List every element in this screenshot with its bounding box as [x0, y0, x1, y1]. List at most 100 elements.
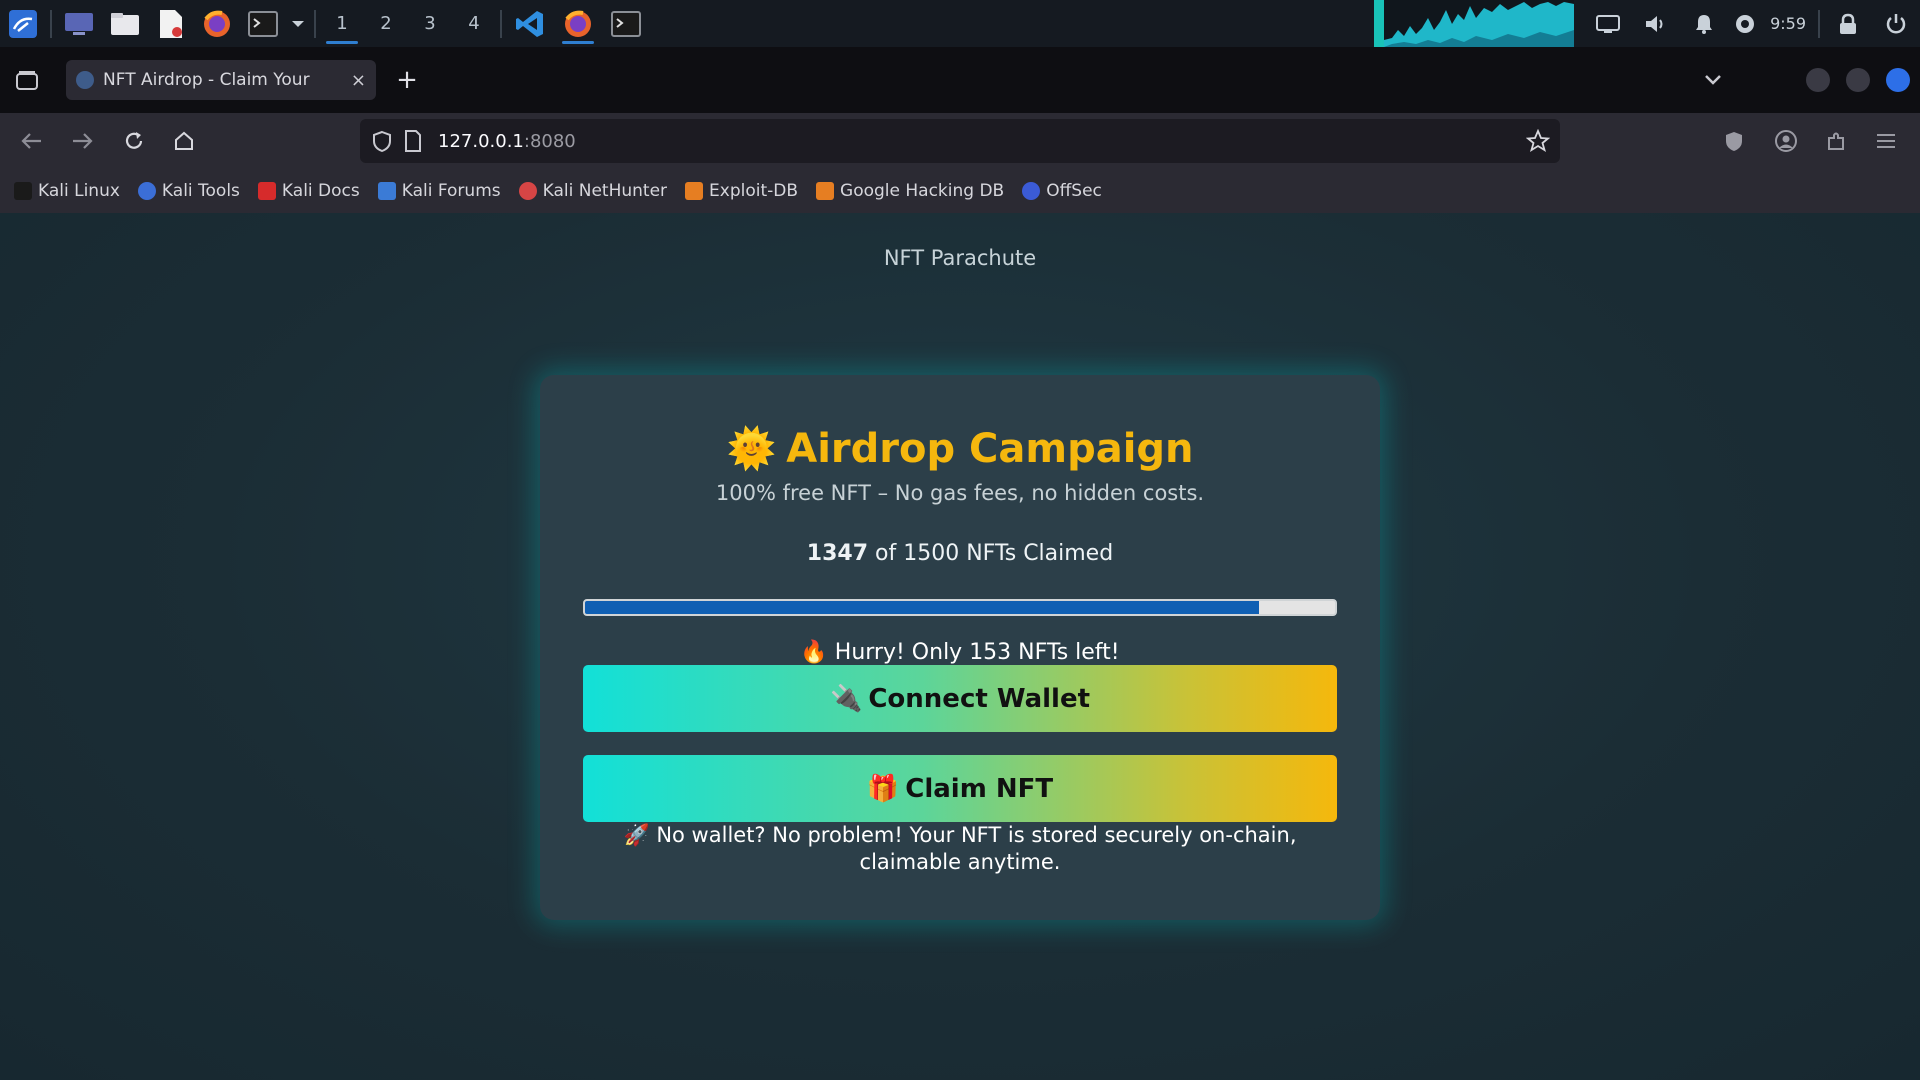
power-icon[interactable] — [1872, 0, 1920, 47]
bookmark-exploit-db[interactable]: Exploit-DB — [685, 181, 798, 201]
page-info-icon[interactable] — [404, 130, 422, 152]
site-name: NFT Parachute — [883, 246, 1037, 270]
bookmark-offsec[interactable]: OffSec — [1022, 181, 1102, 201]
claimed-counter: 1347 of 1500 NFTs Claimed — [540, 541, 1380, 566]
taskbar-separator — [500, 9, 502, 38]
url-bar[interactable]: 127.0.0.1:8080 — [360, 119, 1560, 163]
maximize-icon[interactable] — [1846, 68, 1870, 92]
firefox-view-icon[interactable] — [10, 63, 44, 97]
hurry-message: 🔥 Hurry! Only 153 NFTs left! — [540, 640, 1380, 665]
rocket-icon: 🚀 — [623, 823, 650, 847]
url-text: 127.0.0.1:8080 — [438, 131, 576, 152]
file-manager-icon[interactable] — [102, 0, 148, 47]
taskbar-separator — [1818, 9, 1820, 38]
vscode-window-icon[interactable] — [506, 0, 554, 47]
workspace-4[interactable]: 4 — [452, 0, 496, 47]
bookmark-kali-linux[interactable]: Kali Linux — [14, 181, 120, 201]
claimed-total-text: of 1500 NFTs Claimed — [875, 541, 1114, 566]
fire-icon: 🔥 — [800, 640, 828, 665]
workspace-1[interactable]: 1 — [320, 0, 364, 47]
chevron-down-icon[interactable] — [286, 0, 310, 47]
kali-tools-icon — [137, 182, 156, 200]
connect-wallet-label: Connect Wallet — [868, 683, 1091, 714]
new-tab-button[interactable]: + — [392, 65, 422, 95]
card-title: 🌞 Airdrop Campaign — [540, 425, 1380, 472]
forward-arrow-icon[interactable] — [64, 123, 100, 159]
bookmark-kali-forums[interactable]: Kali Forums — [377, 181, 501, 201]
footnote-text: No wallet? No problem! Your NFT is store… — [656, 823, 1297, 874]
offsec-icon — [1022, 182, 1041, 200]
bookmark-star-icon[interactable] — [1524, 127, 1552, 155]
settings-gear-icon[interactable] — [1728, 0, 1762, 47]
navigation-toolbar: 127.0.0.1:8080 — [0, 113, 1920, 169]
terminal-window-icon[interactable] — [602, 0, 650, 47]
notifications-bell-icon[interactable] — [1680, 0, 1728, 47]
bookmark-google-hacking-db[interactable]: Google Hacking DB — [816, 181, 1004, 201]
claim-progress-fill — [585, 601, 1259, 614]
bookmark-kali-docs[interactable]: Kali Docs — [257, 181, 360, 201]
kali-forums-icon — [377, 182, 396, 200]
bookmark-label: Google Hacking DB — [840, 181, 1005, 201]
page-content: NFT Parachute 🌞 Airdrop Campaign 100% fre… — [0, 213, 1920, 1080]
bookmarks-toolbar: Kali Linux Kali Tools Kali Docs Kali For… — [0, 169, 1920, 213]
taskbar-separator — [50, 9, 52, 38]
terminal-launcher-icon[interactable] — [240, 0, 286, 47]
footnote: 🚀 No wallet? No problem! Your NFT is sto… — [600, 822, 1320, 876]
reload-icon[interactable] — [116, 123, 152, 159]
close-window-icon[interactable] — [1886, 68, 1910, 92]
claim-progress-bar — [583, 599, 1337, 616]
firefox-launcher-icon[interactable] — [194, 0, 240, 47]
bookmark-label: Exploit-DB — [709, 181, 799, 201]
gift-icon: 🎁 — [866, 773, 900, 804]
tab-title: NFT Airdrop - Claim Your — [103, 70, 310, 90]
bookmark-label: Kali Forums — [401, 181, 501, 201]
kali-dragon-icon — [14, 182, 32, 200]
extensions-icon[interactable] — [1818, 123, 1854, 159]
ghdb-icon — [816, 182, 835, 200]
home-icon[interactable] — [166, 123, 202, 159]
taskbar-separator — [314, 9, 316, 38]
globe-icon — [76, 71, 94, 89]
airdrop-card: 🌞 Airdrop Campaign 100% free NFT – No gas… — [540, 375, 1380, 920]
url-host: 127.0.0.1 — [438, 130, 524, 152]
tab-close-icon[interactable]: × — [351, 70, 366, 91]
browser-tab-strip: NFT Airdrop - Claim Your × + — [0, 47, 1920, 113]
account-icon[interactable] — [1768, 123, 1804, 159]
bookmark-label: Kali Docs — [281, 181, 360, 201]
shield-icon[interactable] — [372, 130, 392, 152]
card-subtitle: 100% free NFT – No gas fees, no hidden c… — [715, 481, 1205, 505]
firefox-window-icon[interactable] — [554, 0, 602, 47]
workspace-2[interactable]: 2 — [364, 0, 408, 47]
clock[interactable]: 9:59 — [1762, 14, 1814, 33]
card-title-text: Airdrop Campaign — [786, 426, 1194, 472]
connect-wallet-button[interactable]: 🔌 Connect Wallet — [583, 665, 1337, 732]
plug-icon: 🔌 — [829, 683, 863, 714]
claim-nft-label: Claim NFT — [905, 773, 1054, 804]
url-port: :8080 — [523, 130, 576, 152]
bookmark-label: OffSec — [1046, 181, 1102, 201]
bookmark-kali-nethunter[interactable]: Kali NetHunter — [518, 181, 668, 201]
hurry-text: Hurry! Only 153 NFTs left! — [834, 640, 1120, 665]
minimize-icon[interactable] — [1806, 68, 1830, 92]
display-icon[interactable] — [1584, 0, 1632, 47]
hamburger-menu-icon[interactable] — [1868, 123, 1904, 159]
tab-nft-airdrop[interactable]: NFT Airdrop - Claim Your × — [66, 60, 376, 100]
desktop-icon[interactable] — [56, 0, 102, 47]
bookmark-label: Kali NetHunter — [542, 181, 668, 201]
bookmark-label: Kali Tools — [161, 181, 240, 201]
kali-menu-icon[interactable] — [0, 0, 46, 47]
text-editor-icon[interactable] — [148, 0, 194, 47]
back-arrow-icon[interactable] — [14, 123, 50, 159]
nethunter-icon — [518, 182, 537, 200]
os-taskbar: 1 2 3 4 9:59 — [0, 0, 1920, 47]
list-all-tabs-chevron-icon[interactable] — [1700, 67, 1726, 93]
exploit-db-icon — [685, 182, 704, 200]
bookmark-kali-tools[interactable]: Kali Tools — [137, 181, 240, 201]
workspace-3[interactable]: 3 — [408, 0, 452, 47]
claim-nft-button[interactable]: 🎁 Claim NFT — [583, 755, 1337, 822]
bookmark-label: Kali Linux — [38, 181, 120, 201]
lock-icon[interactable] — [1824, 0, 1872, 47]
pocket-shield-icon[interactable] — [1716, 123, 1752, 159]
kali-docs-icon — [257, 182, 276, 200]
volume-icon[interactable] — [1632, 0, 1680, 47]
